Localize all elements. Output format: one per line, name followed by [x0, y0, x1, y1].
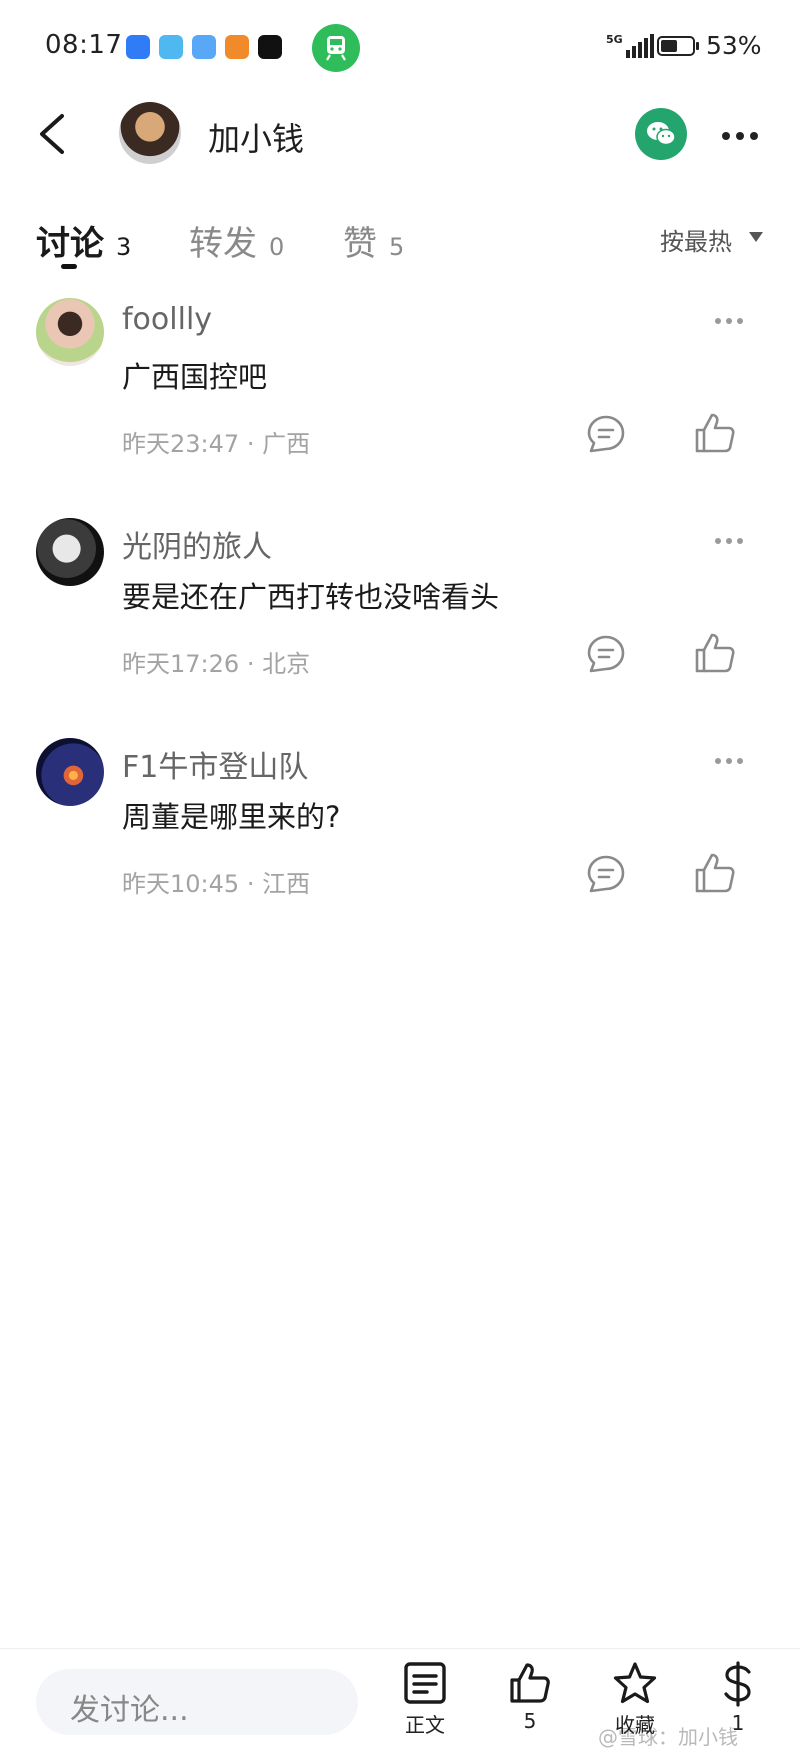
commenter-name[interactable]: foollly: [122, 302, 212, 337]
comment-location: 江西: [262, 870, 311, 898]
bottom-action-bar: 发讨论... 正文 5 收藏 1 @雪球：加小钱: [0, 1648, 800, 1761]
comment-item: foollly 广西国控吧 昨天23:47 · 广西: [0, 298, 800, 508]
tab-label: 转发: [189, 224, 257, 264]
article-icon: [404, 1662, 446, 1704]
comment-time: 昨天17:26: [122, 650, 240, 678]
tab-label: 讨论: [36, 224, 104, 264]
reader-app-icon: [159, 35, 183, 59]
tab-discussion[interactable]: 讨论 3: [36, 216, 131, 265]
comment-text: 广西国控吧: [122, 360, 268, 394]
tab-count: 0: [269, 233, 285, 261]
tab-repost[interactable]: 转发 0: [189, 216, 284, 265]
notification-icons: [126, 35, 282, 59]
comment-meta: 昨天23:47 · 广西: [122, 424, 310, 459]
reply-bubble-icon: [587, 635, 625, 673]
battery-percent: 53%: [706, 31, 762, 60]
tab-count: 5: [389, 233, 405, 261]
more-options-button[interactable]: [722, 132, 758, 140]
comment-meta: 昨天17:26 · 北京: [122, 644, 310, 679]
chevron-left-icon: [40, 114, 64, 154]
comment-location: 北京: [262, 650, 311, 678]
weather-app-icon: [192, 35, 216, 59]
author-avatar[interactable]: [119, 102, 181, 164]
reply-button[interactable]: [585, 633, 627, 679]
tab-label: 赞: [343, 224, 377, 264]
comment-text: 周董是哪里来的?: [122, 800, 341, 834]
network-type: 5G: [606, 33, 623, 46]
commenter-avatar[interactable]: [36, 738, 104, 806]
like-post-button[interactable]: 5: [490, 1661, 570, 1733]
tab-likes[interactable]: 赞5: [343, 216, 404, 265]
thumbs-up-icon: [695, 633, 735, 673]
comment-more-button[interactable]: [715, 318, 743, 324]
input-placeholder: 发讨论...: [70, 1693, 189, 1728]
star-icon: [613, 1662, 657, 1704]
meta-separator: ·: [246, 870, 255, 898]
meta-separator: ·: [246, 650, 255, 678]
status-bar: 08:17 5G 53%: [0, 0, 800, 96]
comment-item: F1牛市登山队 周董是哪里来的? 昨天10:45 · 江西: [0, 738, 800, 948]
signal-icon: [626, 34, 654, 58]
comment-time: 昨天23:47: [122, 430, 240, 458]
meta-separator: ·: [246, 430, 255, 458]
status-time: 08:17: [45, 30, 123, 60]
shopping-app-icon: [225, 35, 249, 59]
sort-dropdown[interactable]: 按最热: [660, 222, 732, 257]
comment-tabs: 讨论 3 转发 0 赞5 按最热: [0, 206, 800, 276]
train-app-icon: [312, 24, 360, 72]
battery-tip: [696, 42, 699, 50]
commenter-avatar[interactable]: [36, 298, 104, 366]
commenter-avatar[interactable]: [36, 518, 104, 586]
commenter-name[interactable]: F1牛市登山队: [122, 742, 308, 786]
comment-more-button[interactable]: [715, 758, 743, 764]
reply-button[interactable]: [585, 853, 627, 899]
reply-bubble-icon: [587, 855, 625, 893]
dollar-icon: [724, 1661, 751, 1707]
wechat-share-button[interactable]: [635, 108, 687, 160]
comment-more-button[interactable]: [715, 538, 743, 544]
discussion-input[interactable]: 发讨论...: [36, 1669, 358, 1735]
active-tab-indicator: [61, 264, 77, 269]
commenter-name[interactable]: 光阴的旅人: [122, 522, 272, 566]
back-button[interactable]: [34, 112, 74, 156]
tiktok-icon: [258, 35, 282, 59]
article-label: 正文: [405, 1713, 445, 1737]
tab-count: 3: [116, 233, 132, 261]
like-button[interactable]: [693, 851, 737, 899]
reply-button[interactable]: [585, 413, 627, 459]
author-name[interactable]: 加小钱: [208, 114, 304, 160]
like-button[interactable]: [693, 631, 737, 679]
comment-location: 广西: [262, 430, 311, 458]
comment-meta: 昨天10:45 · 江西: [122, 864, 310, 899]
article-button[interactable]: 正文: [385, 1661, 465, 1738]
battery-icon: [657, 36, 695, 56]
like-count: 5: [523, 1709, 537, 1733]
caret-down-icon[interactable]: [749, 232, 763, 242]
comment-time: 昨天10:45: [122, 870, 240, 898]
comment-text: 要是还在广西打转也没啥看头: [122, 580, 500, 614]
thumbs-up-icon: [695, 413, 735, 453]
watermark: @雪球：加小钱: [598, 1725, 738, 1749]
thumbs-up-icon: [510, 1663, 550, 1703]
top-bar: 加小钱: [0, 96, 800, 176]
app-market-icon: [126, 35, 150, 59]
thumbs-up-icon: [695, 853, 735, 893]
like-button[interactable]: [693, 411, 737, 459]
reply-bubble-icon: [587, 415, 625, 453]
wechat-icon: [647, 122, 676, 146]
comment-item: 光阴的旅人 要是还在广西打转也没啥看头 昨天17:26 · 北京: [0, 518, 800, 728]
